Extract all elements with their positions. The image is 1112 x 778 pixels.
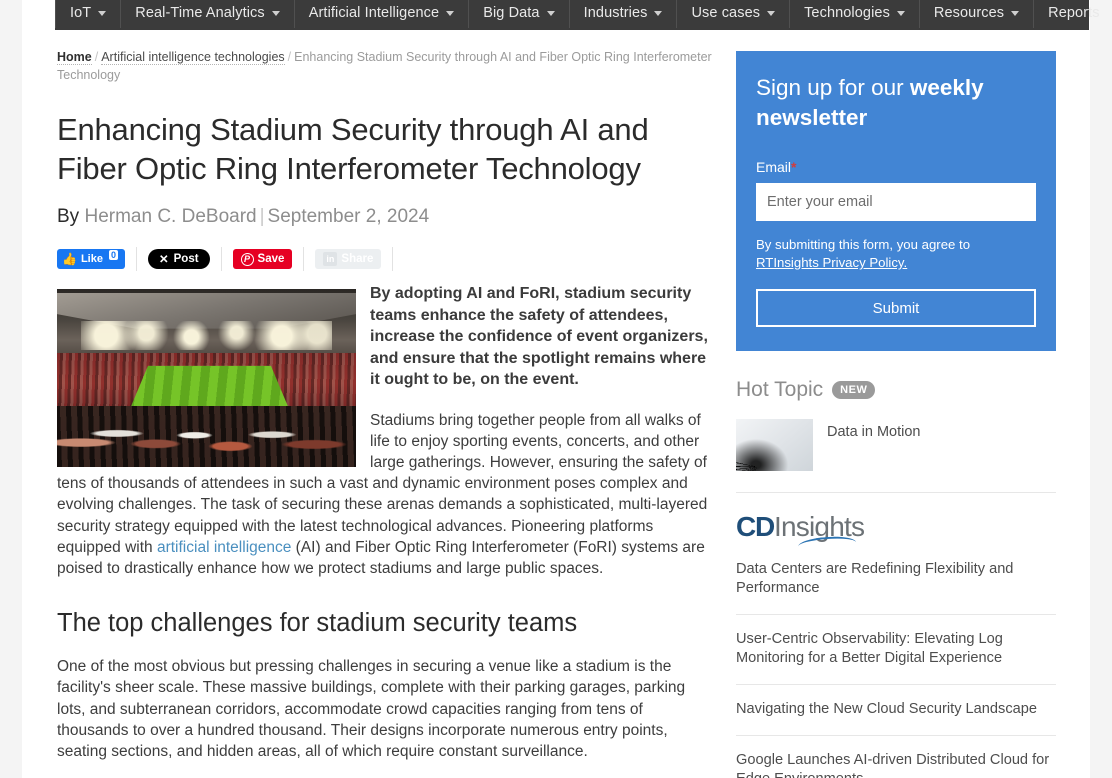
article-hero-image [57,289,356,467]
article-lead-paragraph: By adopting AI and FoRI, stadium securit… [370,285,708,388]
section-heading: The top challenges for stadium security … [57,609,578,638]
page-title: Enhancing Stadium Security through AI an… [57,112,649,186]
social-share-bar: 👍 Like 0 ✕ Post P Save in Share [57,247,717,271]
content-area: Home / Artificial intelligence technologie… [0,30,1112,778]
newsletter-heading: Sign up for our weekly newsletter [756,73,1036,133]
pinterest-save-button[interactable]: P Save [232,249,293,269]
share-cell-twitter: ✕ Post [147,247,222,271]
chevron-down-icon [896,10,905,16]
newsletter-terms: By submitting this form, you agree to RT… [756,236,1036,272]
x-post-button[interactable]: ✕ Post [147,249,210,269]
stadium-crowd [57,406,356,467]
email-field[interactable] [756,183,1036,221]
nav-item-label: Artificial Intelligence [308,5,440,21]
submit-button[interactable]: Submit [756,289,1036,327]
nav-item-use-cases[interactable]: Use cases [677,0,791,28]
status-badge: NEW [832,381,876,399]
breadcrumb-category[interactable]: Artificial intelligence technologies [101,50,285,65]
nav-item-label: Resources [933,5,1005,21]
nav-item-real-time-analytics[interactable]: Real-Time Analytics [121,0,295,28]
nav-item-reports[interactable]: Reports [1034,0,1112,28]
breadcrumb-home[interactable]: Home [57,50,92,65]
cdinsights-widget: CDInsights Data Centers are Redefining F… [736,513,1056,778]
chevron-down-icon [98,10,107,16]
stadium-floodlights [80,321,333,350]
newsletter-signup-widget: Sign up for our weekly newsletter Email*… [736,51,1056,351]
stadium-pitch [128,365,291,412]
share-cell-linkedin: in Share [315,247,394,271]
article-paragraph-2: One of the most obvious but pressing cha… [57,658,686,760]
chevron-down-icon [546,10,555,16]
hot-topic-item-label: Data in Motion [827,424,921,440]
nav-item-label: IoT [70,5,92,21]
facebook-like-label: Like [80,253,103,265]
facebook-like-count: 0 [108,250,118,260]
nav-item-industries[interactable]: Industries [570,0,678,28]
chevron-down-icon [446,10,455,16]
facebook-like-button[interactable]: 👍 Like 0 [57,249,125,269]
cdinsights-logo-bold: CD [736,511,775,542]
byline-by-word: By [57,206,80,227]
nav-item-label: Reports [1048,5,1100,21]
page-root: IoT Real-Time Analytics Artificial Intel… [0,0,1112,778]
hot-topic-header: Hot Topic NEW [736,378,1056,402]
main-navigation: IoT Real-Time Analytics Artificial Intel… [55,0,1100,30]
chevron-down-icon [767,10,776,16]
publish-date: September 2, 2024 [267,206,430,227]
required-asterisk: * [791,159,797,175]
list-item[interactable]: Navigating the New Cloud Security Landsc… [736,700,1056,736]
list-item[interactable]: Data Centers are Redefining Flexibility … [736,560,1056,615]
nav-item-label: Use cases [691,5,761,21]
chevron-down-icon [271,10,280,16]
nav-item-label: Real-Time Analytics [135,5,265,21]
breadcrumb-separator: / [94,50,99,64]
sidebar: Sign up for our weekly newsletter Email*… [736,51,1056,778]
nav-item-resources[interactable]: Resources [920,0,1035,28]
share-cell-facebook: 👍 Like 0 [57,247,137,271]
list-item[interactable]: Google Launches AI-driven Distributed Cl… [736,751,1056,778]
hot-topic-widget: Hot Topic NEW Data in Motion [736,378,1056,493]
chevron-down-icon [654,10,663,16]
nav-item-big-data[interactable]: Big Data [469,0,570,28]
pinterest-save-label: Save [257,253,285,265]
linkedin-icon: in [323,252,338,266]
article-byline: By Herman C. DeBoard | September 2, 2024 [57,205,717,229]
x-logo-icon: ✕ [158,254,169,266]
breadcrumb: Home / Artificial intelligence technologie… [57,48,717,84]
share-cell-pinterest: P Save [232,247,305,271]
nav-item-iot[interactable]: IoT [55,0,122,28]
inline-link-artificial-intelligence[interactable]: artificial intelligence [157,539,291,556]
newsletter-heading-normal: Sign up for our [756,75,910,100]
privacy-policy-link[interactable]: RTInsights Privacy Policy. [756,255,907,270]
hot-topic-title: Hot Topic [736,378,824,401]
nav-item-artificial-intelligence[interactable]: Artificial Intelligence [295,0,470,28]
author-link[interactable]: Herman C. DeBoard [84,206,256,227]
linkedin-share-label: Share [341,253,374,265]
list-item[interactable]: User-Centric Observability: Elevating Lo… [736,630,1056,685]
cdinsights-logo[interactable]: CDInsights [736,511,871,549]
byline-divider: | [259,206,265,227]
email-field-label: Email* [756,159,1036,175]
hot-topic-thumbnail [736,419,813,471]
nav-item-label: Industries [583,5,648,21]
terms-text: By submitting this form, you agree to [756,237,971,252]
pinterest-icon: P [240,252,254,266]
chevron-down-icon [1011,10,1020,16]
nav-item-label: Big Data [483,5,540,21]
nav-item-technologies[interactable]: Technologies [790,0,920,28]
thumbs-up-icon: 👍 [62,252,77,266]
nav-item-label: Technologies [804,5,890,21]
article-column: Home / Artificial intelligence technologie… [57,48,717,778]
email-label-text: Email [756,159,792,175]
breadcrumb-separator: / [287,50,292,64]
x-post-label: Post [173,253,199,265]
hot-topic-item[interactable]: Data in Motion [736,419,1056,493]
linkedin-share-button[interactable]: in Share [315,249,382,269]
